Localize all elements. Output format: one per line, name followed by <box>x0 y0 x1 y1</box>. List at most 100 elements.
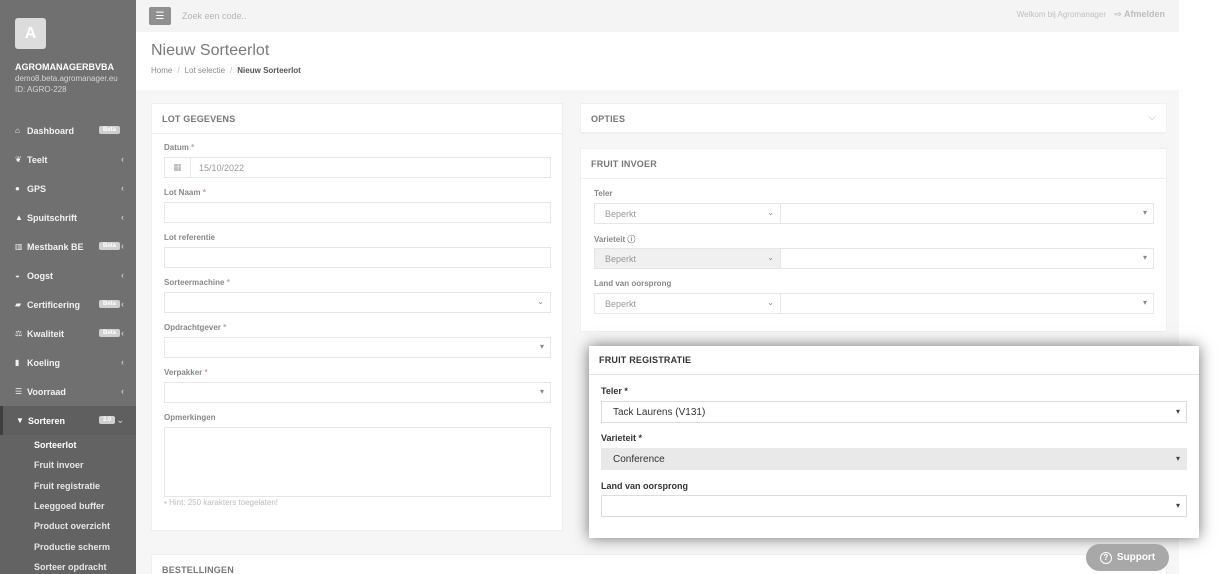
sidebar-item-label: Spuitschrift <box>27 212 78 223</box>
opdrachtgever-select[interactable]: ▾ <box>164 337 551 358</box>
chevron-left-icon: ‹ <box>121 357 124 367</box>
bestellingen-panel: BESTELLINGEN <box>151 554 1167 574</box>
certificate-icon: ▰ <box>15 300 22 309</box>
sidebar-item-certificering[interactable]: ▰ Certificering Beta ‹ <box>0 290 136 319</box>
sidebar-item-label: Dashboard <box>27 125 75 136</box>
caret-down-icon: ▾ <box>1142 208 1147 217</box>
invoer-varieteit-mode-select[interactable]: Beperkt ⌄ <box>594 248 781 269</box>
beta-badge: Beta <box>99 300 121 308</box>
logout-link[interactable]: ⇨ Afmelden <box>1114 9 1165 20</box>
lot-naam-label: Lot Naam * <box>164 188 206 197</box>
subnav-item-leeggoed-buffer[interactable]: Leeggoed buffer <box>0 496 136 516</box>
breadcrumb-home[interactable]: Home <box>151 66 172 75</box>
company-domain: demo8.beta.agromanager.eu <box>15 74 118 83</box>
company-name: AGROMANAGERBVBA <box>15 62 114 72</box>
subnav-item-sorteer-opdracht[interactable]: Sorteer opdracht <box>0 557 136 574</box>
sidebar-item-sorteren[interactable]: ▼ Sorteren 2.0 ⌄ <box>0 406 136 435</box>
sidebar-item-label: Oogst <box>27 270 53 281</box>
opmerkingen-label: Opmerkingen <box>164 413 216 422</box>
caret-down-icon: ▾ <box>539 387 544 396</box>
chevron-left-icon: ‹ <box>121 183 124 193</box>
sidebar-item-label: Koeling <box>27 357 60 368</box>
sidebar-item-koeling[interactable]: ▮ Koeling ‹ <box>0 348 136 377</box>
sidebar-item-kwaliteit[interactable]: ⚖ Kwaliteit Beta ‹ <box>0 319 136 348</box>
invoer-teler-select[interactable]: ▾ <box>780 203 1154 224</box>
invoer-varieteit-mode-value: Beperkt <box>605 254 637 264</box>
breadcrumb-current: Nieuw Sorteerlot <box>237 66 301 75</box>
sidebar-item-label: Certificering <box>27 299 81 310</box>
chevron-left-icon: ‹ <box>121 299 124 309</box>
hamburger-icon: ☰ <box>155 10 165 22</box>
registratie-varieteit-label: Varieteit * <box>601 433 643 443</box>
company-id: ID: AGRO-228 <box>15 85 67 94</box>
datum-label: Datum * <box>164 143 195 152</box>
registratie-teler-select[interactable]: Tack Laurens (V131) ▾ <box>601 401 1187 423</box>
sidebar-item-oogst[interactable]: ◒ Oogst ‹ <box>0 261 136 290</box>
registratie-varieteit-value: Conference <box>613 454 665 465</box>
search-input[interactable]: Zoek een code.. <box>182 11 247 21</box>
subnav-item-fruit-invoer[interactable]: Fruit invoer <box>0 455 136 475</box>
breadcrumb-lot-selectie[interactable]: Lot selectie <box>185 66 225 75</box>
chevron-left-icon: ‹ <box>121 241 124 251</box>
sidebar-item-spuitschrift[interactable]: ▲ Spuitschrift ‹ <box>0 203 136 232</box>
panel-title: LOT GEGEVENS <box>152 104 562 134</box>
sidebar-item-mestbank[interactable]: ▥ Mestbank BE Beta ‹ <box>0 232 136 261</box>
sidebar-item-dashboard[interactable]: ⌂ Dashboard Beta <box>0 116 136 145</box>
registratie-varieteit-select[interactable]: Conference ▾ <box>601 448 1187 470</box>
leaf-icon: ❦ <box>15 155 22 164</box>
welcome-text: Welkom bij Agromanager <box>1016 10 1106 19</box>
support-button[interactable]: ? Support <box>1086 544 1169 571</box>
page-title: Nieuw Sorteerlot <box>151 42 270 59</box>
subnav-item-productie-scherm[interactable]: Productie scherm <box>0 536 136 556</box>
question-icon: ? <box>1099 551 1112 564</box>
home-icon: ⌂ <box>15 126 20 135</box>
opmerkingen-textarea[interactable] <box>164 427 551 497</box>
datum-value: 15/10/2022 <box>199 163 245 173</box>
logout-label: Afmelden <box>1123 9 1165 19</box>
verpakker-label: Verpakker * <box>164 368 208 377</box>
invoer-teler-mode-select[interactable]: Beperkt ⌄ <box>594 203 781 224</box>
sidebar-item-gps[interactable]: ● GPS ‹ <box>0 174 136 203</box>
avatar[interactable]: A <box>15 18 46 49</box>
calendar-icon: ▦ <box>173 162 182 172</box>
panel-title: OPTIES <box>581 104 1166 134</box>
subnav-item-fruit-registratie[interactable]: Fruit registratie <box>0 476 136 496</box>
subnav-item-product-overzicht[interactable]: Product overzicht <box>0 516 136 536</box>
invoer-land-select[interactable]: ▾ <box>780 293 1154 314</box>
sidebar-nav: ⌂ Dashboard Beta ❦ Teelt ‹ ● GPS ‹ ▲ Spu… <box>0 116 136 574</box>
datum-field[interactable]: ▦ 15/10/2022 <box>164 157 551 178</box>
sidebar-item-voorraad[interactable]: ☰ Voorraad ‹ <box>0 377 136 406</box>
registratie-teler-value: Tack Laurens (V131) <box>613 407 706 418</box>
registratie-teler-label: Teler * <box>601 386 628 396</box>
breadcrumb: Home / Lot selectie / Nieuw Sorteerlot <box>151 66 301 75</box>
opdrachtgever-label: Opdrachtgever * <box>164 323 227 332</box>
info-icon: ⓘ <box>627 235 636 244</box>
subnav-item-sorteerlot[interactable]: Sorteerlot <box>0 435 136 455</box>
caret-down-icon: ▾ <box>1142 298 1147 307</box>
invoer-teler-label: Teler <box>594 189 613 198</box>
menu-toggle-button[interactable]: ☰ <box>149 7 171 25</box>
sidebar-item-label: Mestbank BE <box>27 241 84 252</box>
opties-panel[interactable]: OPTIES ⌵ <box>580 103 1167 134</box>
lot-naam-input[interactable] <box>164 202 551 223</box>
chevron-left-icon: ‹ <box>121 328 124 338</box>
lot-referentie-input[interactable] <box>164 247 551 268</box>
filter-icon: ▼ <box>16 416 24 425</box>
sidebar-item-teelt[interactable]: ❦ Teelt ‹ <box>0 145 136 174</box>
verpakker-select[interactable]: ▾ <box>164 382 551 403</box>
chevron-left-icon: ‹ <box>121 386 124 396</box>
scale-icon: ⚖ <box>15 329 23 338</box>
beta-badge: Beta <box>99 242 121 250</box>
registratie-land-select[interactable]: ▾ <box>601 495 1187 517</box>
sign-out-icon: ⇨ <box>1114 9 1124 19</box>
sidebar-item-label: Teelt <box>27 154 48 165</box>
sorteermachine-select[interactable]: ⌄ <box>164 292 551 313</box>
invoer-varieteit-select[interactable]: ▾ <box>780 248 1154 269</box>
sidebar-item-label: GPS <box>27 183 47 194</box>
chevron-down-icon: ⌵ <box>1148 112 1156 123</box>
sorteermachine-label: Sorteermachine * <box>164 278 230 287</box>
chevron-left-icon: ‹ <box>121 154 124 164</box>
basket-icon: ◒ <box>15 271 20 280</box>
invoer-land-mode-select[interactable]: Beperkt ⌄ <box>594 293 781 314</box>
invoer-land-label: Land van oorsprong <box>594 279 672 288</box>
